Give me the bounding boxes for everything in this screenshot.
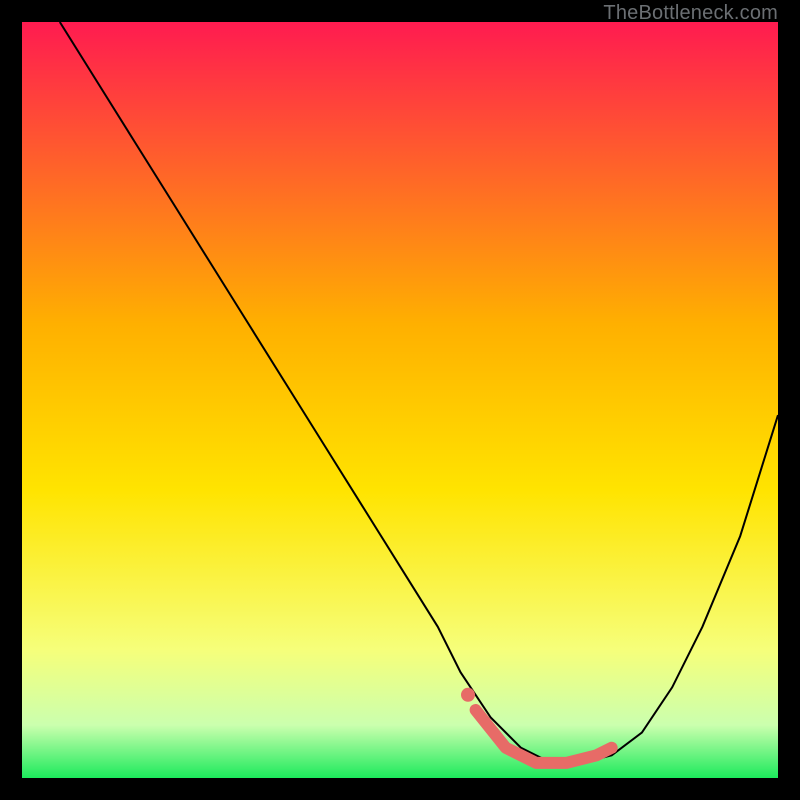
highlight-dot xyxy=(461,688,475,702)
watermark-text: TheBottleneck.com xyxy=(603,2,778,25)
chart-frame xyxy=(22,22,778,778)
chart-background xyxy=(22,22,778,778)
chart-plot xyxy=(22,22,778,778)
